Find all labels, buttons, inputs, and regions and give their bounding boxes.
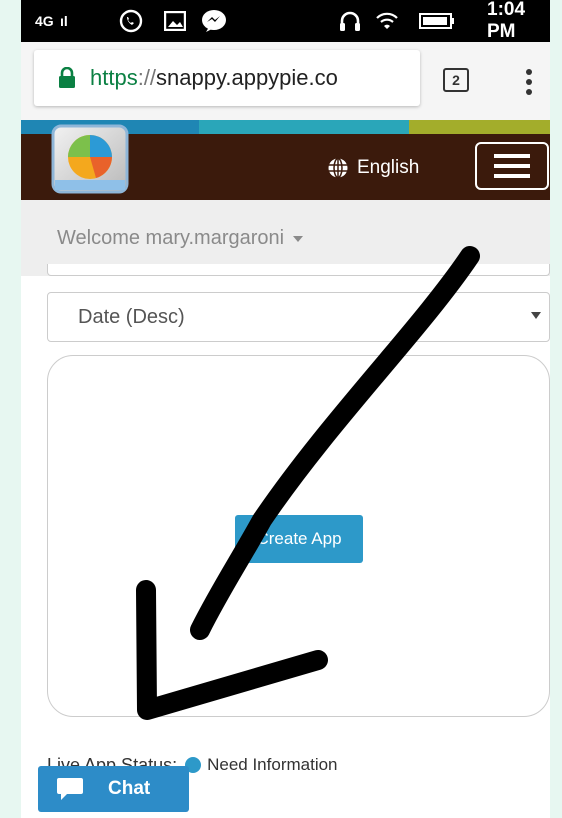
- menu-dots-icon[interactable]: [525, 68, 533, 96]
- dropdown-arrow-icon: [531, 312, 541, 319]
- app-header: English: [21, 124, 550, 200]
- status-value: Need Information: [207, 755, 338, 774]
- battery-icon: [419, 0, 455, 42]
- strip-segment: [199, 120, 409, 134]
- tab-switcher-button[interactable]: 2: [443, 68, 469, 92]
- chat-button[interactable]: Chat: [38, 766, 189, 812]
- app-logo[interactable]: [51, 124, 129, 194]
- wifi-icon: [375, 0, 399, 42]
- headset-icon: [339, 0, 361, 42]
- app-card: Create App: [47, 355, 550, 717]
- messenger-icon: [201, 0, 227, 42]
- address-bar[interactable]: https://snappy.appypie.co: [34, 50, 420, 106]
- browser-toolbar: https://snappy.appypie.co 2: [21, 42, 550, 120]
- strip-segment: [409, 120, 550, 134]
- url-host: snappy.appypie.co: [156, 65, 338, 90]
- url-separator: ://: [137, 65, 157, 90]
- language-selector[interactable]: English: [327, 154, 419, 182]
- clock: 1:04 PM: [487, 0, 526, 42]
- lock-icon: [59, 67, 75, 88]
- search-field-edge: [47, 264, 550, 276]
- welcome-label: Welcome mary.margaroni: [57, 226, 285, 249]
- signal-indicator: 4G ıl: [35, 13, 68, 29]
- globe-icon: [328, 157, 348, 179]
- chat-bubble-icon: [57, 778, 83, 800]
- sort-selected-value: Date (Desc): [78, 305, 185, 328]
- language-label: English: [357, 157, 420, 178]
- create-app-button[interactable]: Create App: [235, 515, 363, 563]
- phone-screen: 4G ıl 1:04 PM https://snappy.appypie.co: [21, 0, 550, 818]
- status-bar: 4G ıl 1:04 PM: [21, 0, 550, 42]
- gallery-icon: [164, 0, 186, 42]
- url-text: https://snappy.appypie.co: [90, 65, 338, 91]
- caret-down-icon: [293, 236, 304, 242]
- sort-select[interactable]: Date (Desc): [47, 292, 550, 342]
- chat-label: Chat: [108, 778, 151, 799]
- hamburger-icon: [494, 154, 530, 178]
- hamburger-menu-button[interactable]: [475, 142, 549, 190]
- url-scheme: https: [90, 65, 138, 90]
- whatsapp-icon: [119, 0, 143, 42]
